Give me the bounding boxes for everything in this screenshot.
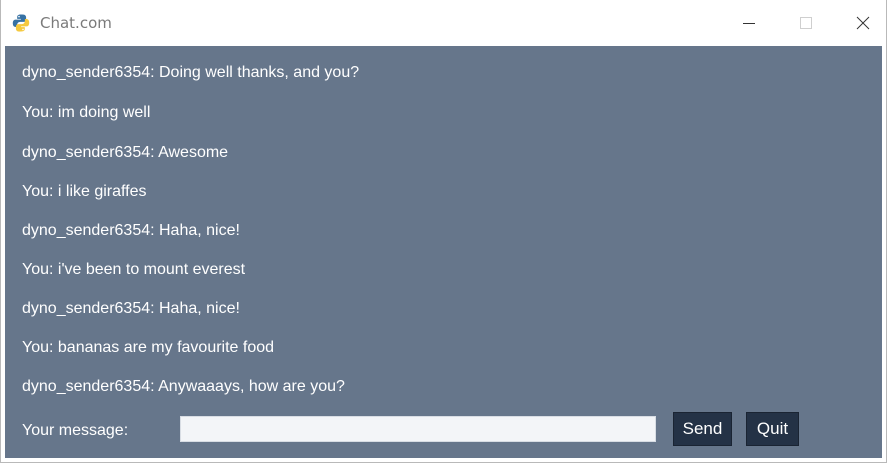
chat-window: Chat.com dyno_sender6354: Doing well tha… [0, 0, 887, 463]
minimize-button[interactable] [726, 0, 772, 45]
message-item: You: i like giraffes [22, 183, 147, 200]
message-item: dyno_sender6354: Haha, nice! [22, 222, 240, 239]
maximize-icon [800, 16, 812, 29]
window-title: Chat.com [40, 13, 112, 32]
chat-area: dyno_sender6354: Doing well thanks, and … [5, 46, 882, 458]
message-item: dyno_sender6354: Anywaaays, how are you? [22, 378, 345, 395]
minimize-icon [743, 22, 755, 24]
send-button[interactable]: Send [673, 412, 732, 446]
window-controls [715, 0, 886, 45]
close-button[interactable] [840, 0, 886, 45]
quit-button[interactable]: Quit [746, 412, 799, 446]
message-item: You: im doing well [22, 104, 151, 121]
message-item: dyno_sender6354: Awesome [22, 144, 229, 161]
close-icon [856, 16, 870, 29]
message-item: dyno_sender6354: Haha, nice! [22, 300, 240, 317]
message-item: You: bananas are my favourite food [22, 339, 275, 356]
title-bar[interactable]: Chat.com [1, 0, 886, 45]
maximize-button[interactable] [783, 0, 829, 45]
message-input[interactable] [180, 416, 656, 442]
python-logo-icon [11, 13, 31, 33]
message-label: Your message: [22, 422, 129, 439]
message-item: You: i've been to mount everest [22, 261, 246, 278]
message-item: dyno_sender6354: Doing well thanks, and … [22, 64, 360, 81]
